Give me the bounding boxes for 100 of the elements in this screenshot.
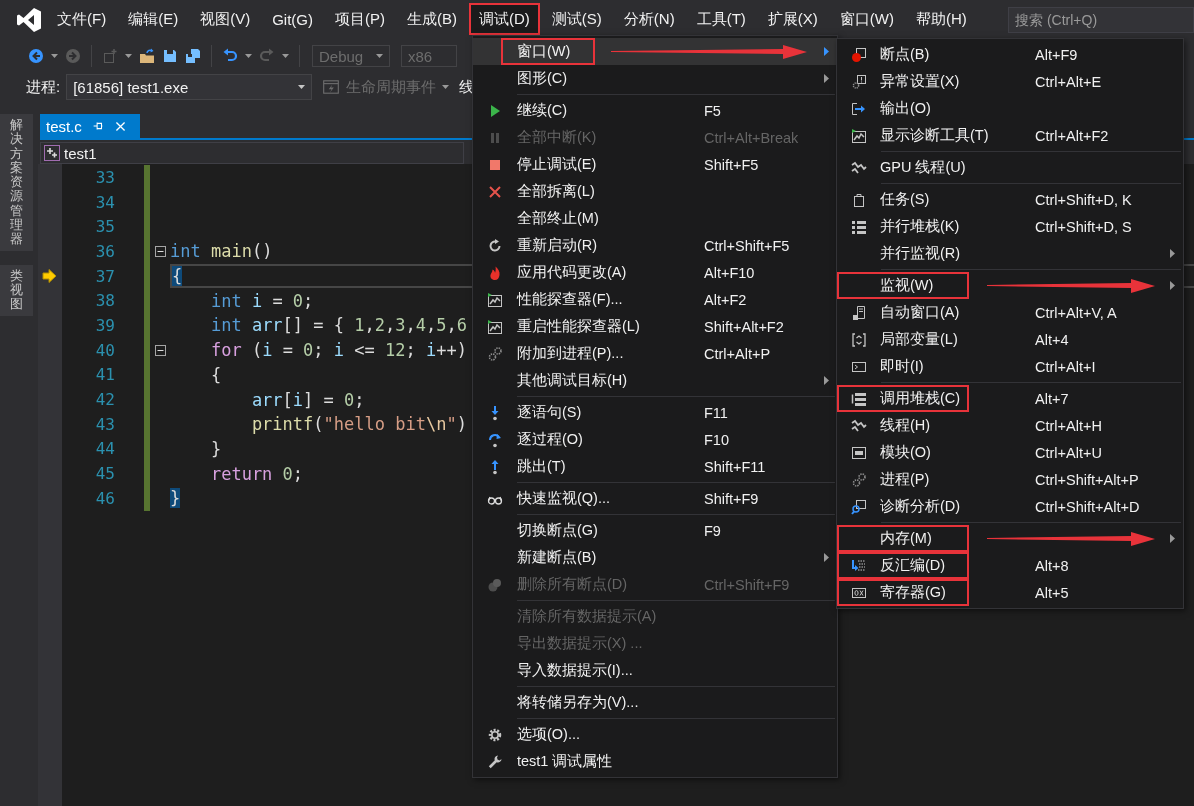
menu-item[interactable]: 诊断分析(D) Ctrl+Shift+Alt+D — [837, 493, 1183, 520]
menu-bar-item[interactable]: 分析(N) — [613, 3, 685, 35]
shortcut-label: Shift+F11 — [704, 458, 766, 475]
menu-item[interactable]: 跳出(T) Shift+F11 — [473, 453, 837, 480]
line-number: 38 — [94, 290, 115, 313]
menu-item[interactable]: 逐语句(S) F11 — [473, 399, 837, 426]
menu-item[interactable]: 停止调试(E) Shift+F5 — [473, 151, 837, 178]
collapse-icon[interactable] — [154, 344, 166, 356]
process-dropdown[interactable]: [61856] test1.exe — [66, 74, 313, 100]
side-tab[interactable]: 类视图 — [0, 264, 33, 316]
menu-bar-item[interactable]: 工具(T) — [686, 3, 756, 35]
menu-bar-item[interactable]: Git(G) — [262, 3, 323, 35]
caret-icon[interactable] — [51, 54, 58, 58]
save-all-icon[interactable] — [185, 48, 201, 64]
document-tab[interactable]: test.c — [40, 114, 140, 138]
menu-item[interactable]: 窗口(W) — [473, 38, 837, 65]
menu-bar-item[interactable]: 扩展(X) — [757, 3, 828, 35]
menu-item[interactable]: 附加到进程(P)... Ctrl+Alt+P — [473, 340, 837, 367]
menu-item[interactable]: test1 调试属性 — [473, 748, 837, 775]
side-tab[interactable]: 解决方案资源管理器 — [0, 114, 33, 251]
menu-item[interactable]: GPU 线程(U) — [837, 154, 1183, 181]
module-icon — [850, 444, 867, 461]
menu-item[interactable]: 选项(O)... — [473, 721, 837, 748]
menu-item[interactable]: 图形(C) — [473, 65, 837, 92]
scope-dropdown[interactable]: test1 — [40, 142, 464, 164]
menu-item[interactable]: 导入数据提示(I)... — [473, 657, 837, 684]
menu-bar-item[interactable]: 窗口(W) — [829, 3, 904, 35]
line-number: 39 — [94, 314, 115, 337]
chart-icon — [487, 318, 503, 335]
menu-item[interactable]: 内存(M) — [837, 525, 1183, 552]
menu-item[interactable]: 继续(C) F5 — [473, 97, 837, 124]
menu-item[interactable]: 新建断点(B) — [473, 544, 837, 571]
menu-item[interactable]: 断点(B) Alt+F9 — [837, 41, 1183, 68]
menu-bar-item[interactable]: 视图(V) — [190, 3, 261, 35]
menu-item[interactable]: 输出(O) — [837, 95, 1183, 122]
menu-item[interactable]: 重新启动(R) Ctrl+Shift+F5 — [473, 232, 837, 259]
caret-icon[interactable] — [282, 54, 289, 58]
menu-item[interactable]: 重启性能探查器(L) Shift+Alt+F2 — [473, 313, 837, 340]
menu-bar-item[interactable]: 生成(B) — [397, 3, 467, 35]
gears-icon — [487, 345, 503, 362]
menu-item[interactable]: 局部变量(L) Alt+4 — [837, 326, 1183, 353]
close-icon[interactable] — [113, 119, 127, 133]
shortcut-label: Ctrl+Shift+F9 — [704, 576, 790, 593]
menu-item[interactable]: 线程(H) Ctrl+Alt+H — [837, 412, 1183, 439]
menu-bar-item[interactable]: 调试(D) — [469, 3, 540, 35]
code-line: return 0; — [210, 463, 304, 484]
output-icon — [850, 100, 867, 117]
shortcut-label: Ctrl+Alt+H — [1035, 417, 1102, 434]
menu-item[interactable]: 反汇编(D) Alt+8 — [837, 552, 1183, 579]
menu-item[interactable]: 全部拆离(L) — [473, 178, 837, 205]
menu-item[interactable]: 监视(W) — [837, 272, 1183, 299]
menu-bar-item[interactable]: 文件(F) — [47, 3, 117, 35]
menu-item[interactable]: 切换断点(G) F9 — [473, 517, 837, 544]
shortcut-label: Alt+F9 — [1035, 46, 1078, 63]
menu-item[interactable]: 全部终止(M) — [473, 205, 837, 232]
caret-icon[interactable] — [245, 54, 252, 58]
menu-item[interactable]: 快速监视(Q)... Shift+F9 — [473, 485, 837, 512]
open-folder-icon[interactable] — [139, 48, 155, 64]
app-logo — [16, 7, 42, 33]
document-icon — [850, 304, 867, 321]
menu-item[interactable]: 逐过程(O) F10 — [473, 426, 837, 453]
save-icon[interactable] — [162, 48, 178, 64]
line-number: 43 — [94, 413, 115, 436]
menu-item[interactable]: 并行堆栈(K) Ctrl+Shift+D, S — [837, 213, 1183, 240]
collapse-icon[interactable] — [154, 245, 166, 257]
menu-item[interactable]: 即时(I) Ctrl+Alt+I — [837, 353, 1183, 380]
disassembly-icon — [850, 557, 867, 574]
menu-item[interactable]: 寄存器(G) Alt+5 — [837, 579, 1183, 606]
menu-item[interactable]: 显示诊断工具(T) Ctrl+Alt+F2 — [837, 122, 1183, 149]
line-number: 35 — [94, 216, 115, 239]
menu-bar-item[interactable]: 编辑(E) — [118, 3, 189, 35]
menu-item[interactable]: 异常设置(X) Ctrl+Alt+E — [837, 68, 1183, 95]
back-icon[interactable] — [28, 48, 44, 64]
shortcut-label: Ctrl+Shift+D, K — [1035, 191, 1132, 208]
menu-item[interactable]: 并行监视(R) — [837, 240, 1183, 267]
menu-item[interactable]: 应用代码更改(A) Alt+F10 — [473, 259, 837, 286]
menu-bar-item[interactable]: 项目(P) — [325, 3, 395, 35]
menu-item[interactable]: 进程(P) Ctrl+Shift+Alt+P — [837, 466, 1183, 493]
caret-icon[interactable] — [125, 54, 132, 58]
menu-bar-item[interactable]: 测试(S) — [541, 3, 612, 35]
chart-icon — [850, 127, 867, 144]
menu-item[interactable]: 模块(O) Ctrl+Alt+U — [837, 439, 1183, 466]
menu-item[interactable]: 调用堆栈(C) Alt+7 — [837, 385, 1183, 412]
code-line: int arr[] = { 1,2,3,4,5,6 — [210, 315, 467, 336]
menu-item[interactable]: 将转储另存为(V)... — [473, 689, 837, 716]
menu-item[interactable]: 任务(S) Ctrl+Shift+D, K — [837, 186, 1183, 213]
project-icon — [44, 145, 60, 161]
undo-icon[interactable] — [222, 48, 238, 64]
shortcut-label: Alt+F10 — [704, 264, 755, 281]
menu-bar-item[interactable]: 帮助(H) — [905, 3, 977, 35]
code-line: } — [210, 438, 222, 459]
line-number: 40 — [94, 339, 115, 362]
search-field[interactable]: 搜索 (Ctrl+Q) — [1008, 7, 1194, 33]
shortcut-label: Ctrl+Alt+F2 — [1035, 127, 1109, 144]
menu-item[interactable]: 性能探查器(F)... Alt+F2 — [473, 286, 837, 313]
menu-item[interactable]: 其他调试目标(H) — [473, 367, 837, 394]
menu-item[interactable]: 自动窗口(A) Ctrl+Alt+V, A — [837, 299, 1183, 326]
shortcut-label: Alt+F2 — [704, 291, 747, 308]
shortcut-label: Ctrl+Alt+I — [1035, 358, 1096, 375]
caret-icon — [442, 85, 450, 89]
